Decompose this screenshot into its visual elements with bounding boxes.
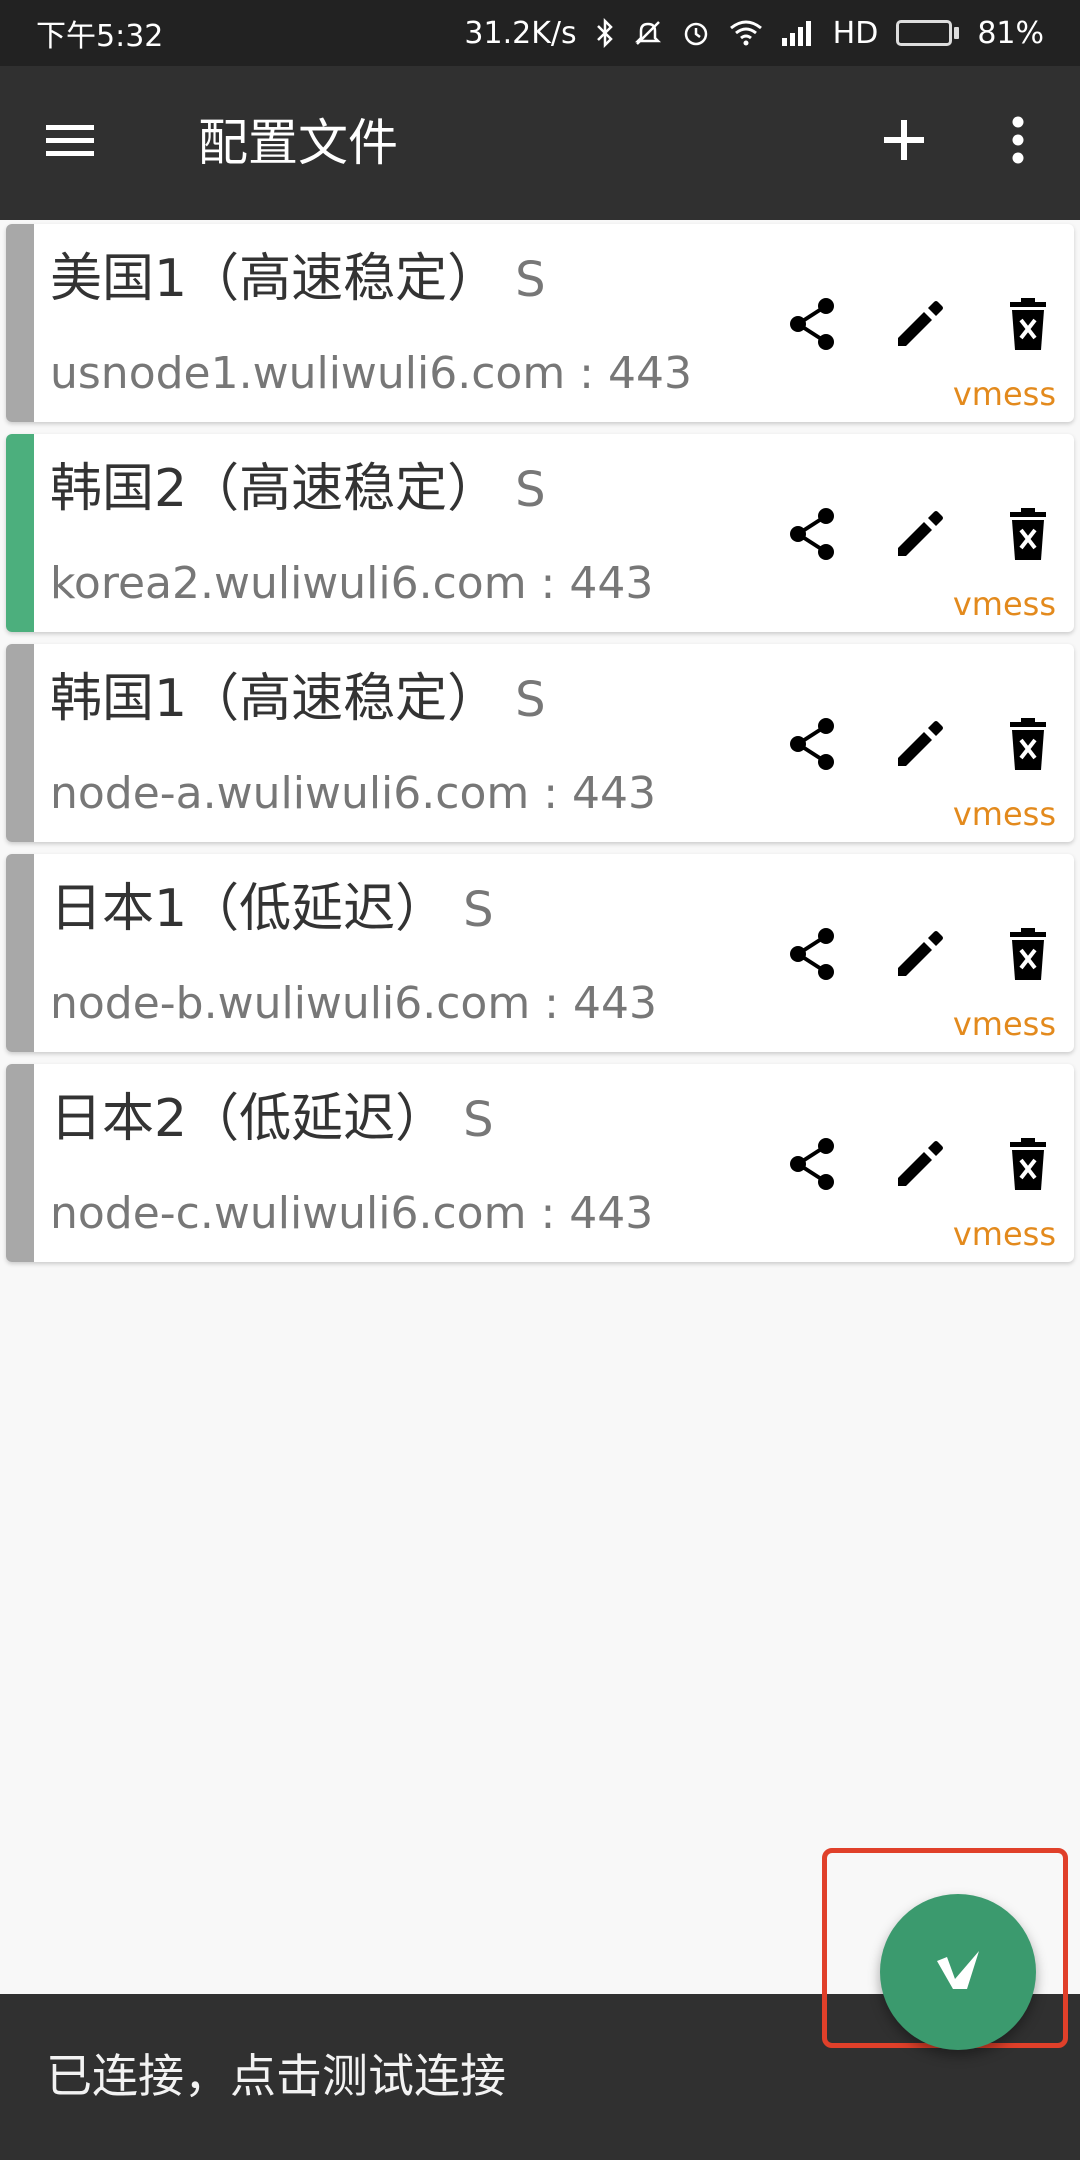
mute-icon <box>633 18 663 48</box>
add-icon[interactable] <box>876 112 932 168</box>
share-icon[interactable] <box>780 922 844 986</box>
profile-name: 韩国2（高速稳定） S <box>50 456 546 523</box>
app-bar: 配置文件 <box>0 66 1080 220</box>
status-time: 下午5:32 <box>36 19 164 54</box>
profile-name-text: 韩国2（高速稳定） <box>50 459 500 519</box>
battery-icon <box>896 20 960 46</box>
v-logo-icon <box>923 1935 993 2009</box>
profile-name: 日本2（低延迟） S <box>50 1086 494 1153</box>
profile-name: 韩国1（高速稳定） S <box>50 666 546 733</box>
profile-name-text: 日本2（低延迟） <box>50 1089 448 1149</box>
active-indicator <box>6 434 34 632</box>
inactive-indicator <box>6 224 34 422</box>
share-icon[interactable] <box>780 502 844 566</box>
profile-address: usnode1.wuliwuli6.com : 443 <box>50 348 692 399</box>
profile-address: korea2.wuliwuli6.com : 443 <box>50 558 654 609</box>
protocol-label: vmess <box>952 375 1056 413</box>
profile-name: 美国1（高速稳定） S <box>50 246 546 313</box>
profile-suffix: S <box>515 252 546 308</box>
profile-address: node-c.wuliwuli6.com : 443 <box>50 1188 654 1239</box>
signal-icon <box>781 20 815 46</box>
protocol-label: vmess <box>952 1215 1056 1253</box>
battery-percent: 81% <box>977 15 1044 51</box>
delete-icon[interactable] <box>996 502 1060 566</box>
delete-icon[interactable] <box>996 712 1060 776</box>
profile-suffix: S <box>515 462 546 518</box>
network-speed: 31.2K/s <box>464 15 577 51</box>
profile-name-text: 韩国1（高速稳定） <box>50 669 500 729</box>
profile-card[interactable]: 韩国1（高速稳定） Snode-a.wuliwuli6.com : 443 vmes… <box>6 644 1074 842</box>
profile-address: node-b.wuliwuli6.com : 443 <box>50 978 657 1029</box>
menu-icon[interactable] <box>40 116 100 166</box>
profile-address: node-a.wuliwuli6.com : 443 <box>50 768 657 819</box>
wifi-icon <box>729 19 763 47</box>
edit-icon[interactable] <box>888 922 952 986</box>
status-bar: 下午5:32 31.2K/s HD 81% <box>0 0 1080 66</box>
delete-icon[interactable] <box>996 1132 1060 1196</box>
edit-icon[interactable] <box>888 712 952 776</box>
profile-card[interactable]: 美国1（高速稳定） Susnode1.wuliwuli6.com : 443 vme… <box>6 224 1074 422</box>
alarm-icon <box>681 18 711 48</box>
profile-suffix: S <box>463 1092 494 1148</box>
profile-card[interactable]: 日本2（低延迟） Snode-c.wuliwuli6.com : 443 vmess <box>6 1064 1074 1262</box>
share-icon[interactable] <box>780 1132 844 1196</box>
network-type: HD <box>832 15 879 51</box>
profile-card[interactable]: 韩国2（高速稳定） Skorea2.wuliwuli6.com : 443 vmes… <box>6 434 1074 632</box>
share-icon[interactable] <box>780 292 844 356</box>
edit-icon[interactable] <box>888 502 952 566</box>
profile-name-text: 美国1（高速稳定） <box>50 249 500 309</box>
protocol-label: vmess <box>952 1005 1056 1043</box>
profile-suffix: S <box>515 672 546 728</box>
inactive-indicator <box>6 644 34 842</box>
more-vert-icon[interactable] <box>1000 110 1036 170</box>
delete-icon[interactable] <box>996 922 1060 986</box>
share-icon[interactable] <box>780 712 844 776</box>
status-right: 31.2K/s HD 81% <box>464 16 1044 51</box>
profile-suffix: S <box>463 882 494 938</box>
profile-card[interactable]: 日本1（低延迟） Snode-b.wuliwuli6.com : 443 vmess <box>6 854 1074 1052</box>
profile-name-text: 日本1（低延迟） <box>50 879 448 939</box>
connection-status-text[interactable]: 已连接，点击测试连接 <box>46 2044 506 2108</box>
bluetooth-icon <box>595 18 615 48</box>
protocol-label: vmess <box>952 585 1056 623</box>
inactive-indicator <box>6 854 34 1052</box>
delete-icon[interactable] <box>996 292 1060 356</box>
edit-icon[interactable] <box>888 1132 952 1196</box>
page-title: 配置文件 <box>198 114 398 172</box>
edit-icon[interactable] <box>888 292 952 356</box>
protocol-label: vmess <box>952 795 1056 833</box>
connect-fab-button[interactable] <box>880 1894 1036 2050</box>
inactive-indicator <box>6 1064 34 1262</box>
profile-name: 日本1（低延迟） S <box>50 876 494 943</box>
